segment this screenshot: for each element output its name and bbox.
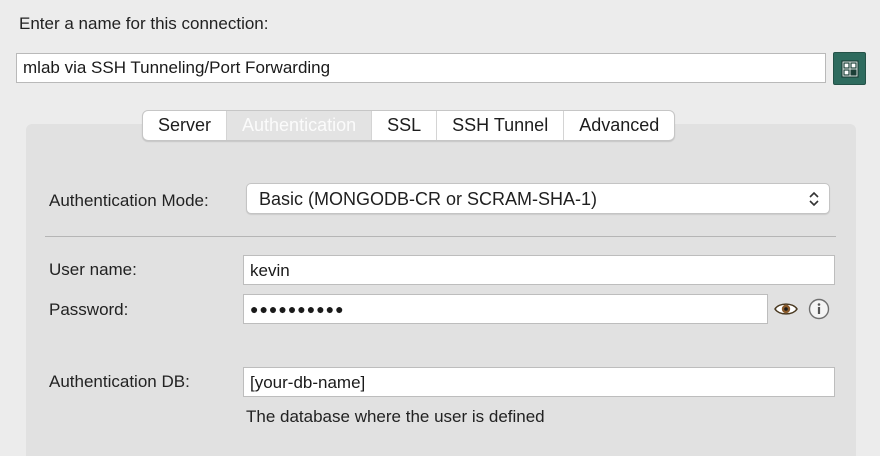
chevron-up-down-icon [809,191,819,207]
user-name-input[interactable]: kevin [243,255,835,285]
tab-ssl[interactable]: SSL [372,111,438,140]
user-name-label: User name: [49,260,137,279]
auth-mode-value: Basic (MONGODB-CR or SCRAM-SHA-1) [259,189,598,209]
tab-advanced[interactable]: Advanced [564,111,674,140]
password-info-button[interactable] [807,298,831,320]
tab-bar: Server Authentication SSL SSH Tunnel Adv… [142,110,676,141]
info-icon [808,298,830,320]
show-password-button[interactable] [773,298,799,320]
tab-ssh-tunnel[interactable]: SSH Tunnel [437,111,565,140]
connection-name-label: Enter a name for this connection: [19,14,269,33]
connection-color-button[interactable] [833,52,866,85]
auth-db-input[interactable]: [your-db-name] [243,367,835,397]
connection-name-input[interactable] [16,53,826,83]
auth-mode-label: Authentication Mode: [49,191,209,210]
eye-icon [774,303,798,315]
divider [45,236,836,237]
auth-db-label: Authentication DB: [49,372,190,391]
auth-mode-select[interactable]: Basic (MONGODB-CR or SCRAM-SHA-1) [246,183,830,214]
password-label: Password: [49,300,129,319]
color-grid-icon [840,59,859,78]
auth-db-hint: The database where the user is defined [246,407,545,426]
tab-authentication[interactable]: Authentication [227,111,373,140]
tab-server[interactable]: Server [143,111,228,140]
password-input[interactable]: ●●●●●●●●●● [243,294,768,324]
